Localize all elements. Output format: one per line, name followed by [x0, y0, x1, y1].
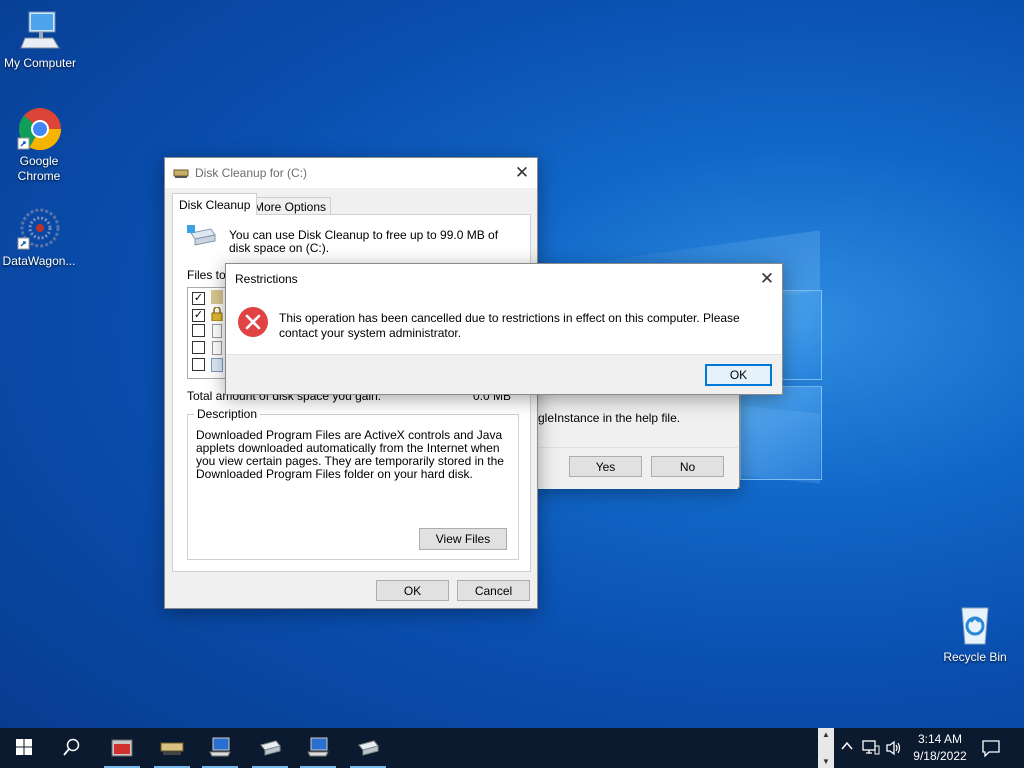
chrome-icon	[16, 106, 62, 152]
computer-icon	[17, 8, 63, 54]
desktop-icon-google-chrome[interactable]: Google Chrome	[0, 106, 79, 184]
list-item[interactable]	[192, 324, 223, 340]
recycle-bin-icon	[952, 602, 998, 648]
clock-time: 3:14 AM	[917, 732, 963, 746]
error-icon	[237, 306, 269, 338]
yes-button[interactable]: Yes	[569, 456, 642, 477]
no-button[interactable]: No	[651, 456, 724, 477]
checkbox-unchecked[interactable]	[192, 341, 205, 354]
restrictions-close-icon[interactable]: ✕	[752, 264, 782, 294]
disk-cleanup-icon	[160, 737, 184, 760]
tab-disk-cleanup[interactable]: Disk Cleanup	[172, 193, 258, 215]
list-item[interactable]	[192, 341, 223, 357]
tab-more-options[interactable]: More Options	[249, 197, 332, 215]
list-item[interactable]: ✓	[192, 290, 224, 305]
description-group: Description Downloaded Program Files are…	[187, 407, 519, 560]
description-text: Downloaded Program Files are ActiveX con…	[196, 428, 504, 481]
desktop-icon-datawagon[interactable]: DataWagon...	[0, 206, 79, 269]
network-icon[interactable]	[862, 740, 880, 759]
taskbar-app-computer-2[interactable]	[296, 728, 340, 768]
drive-icon	[356, 737, 380, 760]
desktop-icon-label: My Computer	[3, 56, 77, 70]
desktop-icon-label: DataWagon...	[2, 254, 76, 268]
file-icon	[212, 341, 223, 355]
folder-icon	[211, 290, 224, 304]
confirm-dialog-behind: gleInstance in the help file. Yes No	[530, 380, 740, 489]
disk-cleanup-title: Disk Cleanup for (C:)	[195, 166, 308, 180]
restrictions-footer	[226, 354, 782, 394]
desktop-icon-recycle-bin[interactable]: Recycle Bin	[935, 602, 1015, 665]
list-item[interactable]: ✓	[192, 306, 223, 322]
file-icon	[212, 324, 223, 338]
desktop-icon-my-computer[interactable]: My Computer	[0, 8, 80, 71]
recycle-file-icon	[211, 358, 224, 372]
restrictions-dialog: Restrictions ✕ This operation has been c…	[225, 263, 783, 395]
ok-button[interactable]: OK	[376, 580, 449, 601]
chevron-down-icon: ▼	[822, 757, 830, 766]
clock-date: 9/18/2022	[913, 749, 967, 763]
checkbox-unchecked[interactable]	[192, 324, 205, 337]
start-button[interactable]	[2, 728, 46, 768]
restrictions-titlebar[interactable]: Restrictions	[226, 264, 782, 294]
notification-icon[interactable]	[982, 739, 1000, 760]
toolbox-icon	[110, 736, 134, 761]
computer-icon	[208, 736, 232, 761]
taskbar-app-drive-2[interactable]	[346, 728, 390, 768]
confirm-dialog-text: gleInstance in the help file.	[538, 411, 681, 425]
disk-cleanup-app-icon	[173, 166, 189, 180]
checkbox-checked[interactable]: ✓	[192, 292, 205, 305]
windows-start-icon	[16, 738, 32, 758]
restrictions-title: Restrictions	[235, 272, 298, 286]
taskbar-app-disk-cleanup[interactable]	[150, 728, 194, 768]
search-icon	[63, 738, 81, 759]
search-button[interactable]	[50, 728, 94, 768]
taskbar-app-toolbox[interactable]	[100, 728, 144, 768]
taskbar-scroll[interactable]: ▲ ▼	[818, 728, 834, 768]
cancel-button[interactable]: Cancel	[457, 580, 530, 601]
description-title: Description	[194, 407, 261, 421]
lock-icon	[211, 306, 223, 322]
taskbar-app-drive-1[interactable]	[248, 728, 292, 768]
drive-icon	[258, 737, 282, 760]
checkbox-unchecked[interactable]	[192, 358, 205, 371]
desktop-icon-label: Recycle Bin	[943, 650, 1007, 664]
restrictions-message: This operation has been cancelled due to…	[279, 311, 740, 340]
volume-icon[interactable]	[885, 740, 903, 759]
taskbar-app-computer-1[interactable]	[198, 728, 242, 768]
restrictions-ok-button[interactable]: OK	[705, 364, 772, 386]
view-files-button[interactable]: View Files	[419, 528, 507, 550]
chevron-up-icon: ▲	[822, 730, 830, 739]
disk-cleanup-close-icon[interactable]: ✕	[507, 158, 537, 188]
disk-cleanup-intro: You can use Disk Cleanup to free up to 9…	[229, 228, 499, 255]
clock[interactable]: 3:14 AM 9/18/2022	[908, 731, 972, 765]
show-hidden-icons-chevron-icon[interactable]	[840, 739, 854, 756]
disk-cleanup-titlebar[interactable]: Disk Cleanup for (C:)	[165, 158, 537, 188]
list-item[interactable]	[192, 358, 224, 374]
datawagon-icon	[16, 206, 62, 252]
computer-icon	[306, 736, 330, 761]
taskbar: ▲ ▼ 3:14 AM 9/18/2022	[0, 728, 1024, 768]
checkbox-checked[interactable]: ✓	[192, 309, 205, 322]
disk-drive-icon	[187, 225, 217, 247]
desktop-icon-label: Google Chrome	[17, 154, 61, 183]
